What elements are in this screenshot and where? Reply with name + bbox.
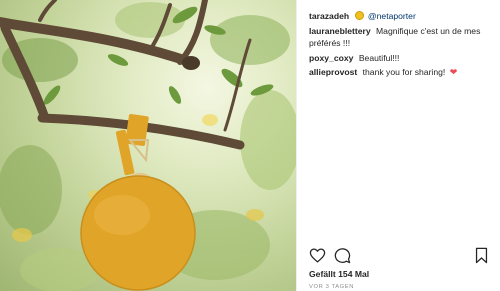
comment-text: Beautiful!!! bbox=[358, 52, 400, 63]
comment-item: allieprovost thank you for sharing! ❤ bbox=[309, 66, 495, 79]
post-timestamp: VOR 3 TAGEN bbox=[309, 284, 355, 290]
heart-outline-icon[interactable] bbox=[309, 247, 326, 264]
comment-username[interactable]: allieprovost bbox=[309, 67, 357, 77]
comment-item: poxy_coxy Beautiful!!! bbox=[309, 52, 495, 65]
lemon-emoji-icon bbox=[354, 11, 364, 20]
comment-item: lauraneblettery Magnifique c'est un de m… bbox=[309, 25, 495, 50]
post-actions bbox=[309, 247, 490, 265]
red-heart-icon: ❤ bbox=[449, 67, 458, 77]
post-sidebar: tarazadeh @netaporter lauraneblettery Ma… bbox=[296, 0, 500, 291]
comment-bubble-icon[interactable] bbox=[334, 247, 351, 264]
post-photo[interactable] bbox=[0, 0, 296, 291]
caption-mention[interactable]: @netaporter bbox=[368, 11, 416, 21]
comment-username[interactable]: poxy_coxy bbox=[309, 53, 353, 63]
comment-text: thank you for sharing! bbox=[362, 67, 446, 77]
photo-illustration bbox=[0, 0, 296, 291]
instagram-post: tarazadeh @netaporter lauraneblettery Ma… bbox=[0, 0, 500, 291]
caption: tarazadeh @netaporter bbox=[309, 10, 495, 23]
comment-list: tarazadeh @netaporter lauraneblettery Ma… bbox=[309, 10, 495, 81]
comment-username[interactable]: lauraneblettery bbox=[309, 26, 371, 36]
bookmark-icon[interactable] bbox=[473, 247, 490, 264]
likes-count[interactable]: Gefällt 154 Mal bbox=[309, 269, 369, 279]
caption-username[interactable]: tarazadeh bbox=[309, 11, 349, 21]
